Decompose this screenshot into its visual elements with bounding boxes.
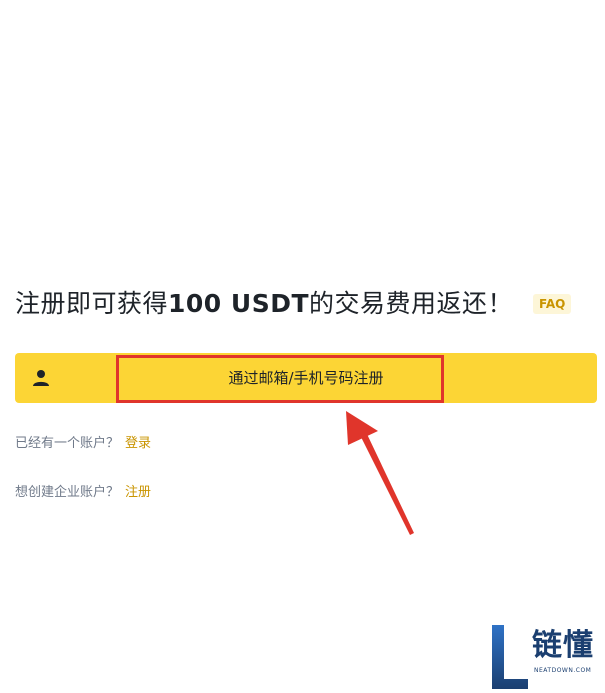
login-link[interactable]: 登录 — [125, 436, 151, 451]
login-prompt: 已经有一个账户？ — [15, 436, 120, 451]
watermark: 链懂 NEATDOWN.COM — [490, 625, 602, 689]
signup-button-label: 通过邮箱/手机号码注册 — [228, 369, 384, 387]
watermark-title: 链懂 — [532, 628, 594, 663]
business-account-row: 想创建企业账户？ 注册 — [15, 481, 151, 500]
watermark-logo-icon — [492, 625, 528, 689]
email-phone-signup-button[interactable]: 通过邮箱/手机号码注册 — [15, 353, 597, 403]
headline-amount: 100 USDT — [168, 289, 310, 318]
watermark-subtitle: NEATDOWN.COM — [534, 667, 592, 674]
headline-suffix: 的交易费用返还！ — [309, 289, 514, 318]
headline: 注册即可获得100 USDT的交易费用返还！ FAQ — [15, 284, 572, 320]
business-signup-link[interactable]: 注册 — [125, 485, 151, 500]
faq-link[interactable]: FAQ — [533, 294, 572, 314]
annotation-arrow-icon — [346, 411, 414, 535]
business-prompt: 想创建企业账户？ — [15, 485, 120, 500]
headline-text: 注册即可获得100 USDT的交易费用返还！ — [15, 284, 513, 320]
headline-prefix: 注册即可获得 — [15, 289, 169, 318]
login-row: 已经有一个账户？ 登录 — [15, 432, 151, 451]
